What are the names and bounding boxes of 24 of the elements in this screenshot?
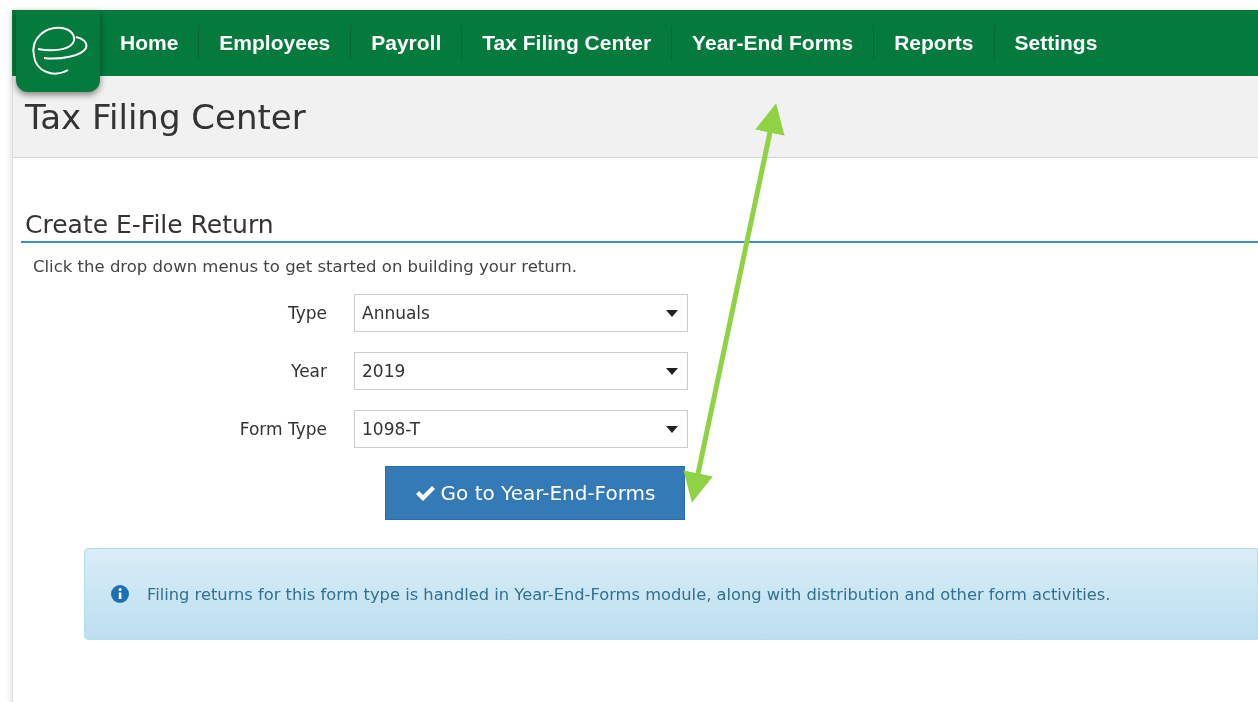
info-icon (111, 585, 129, 603)
logo-icon[interactable] (16, 10, 100, 92)
caret-icon (666, 367, 678, 375)
field-label: Form Type (238, 419, 328, 439)
nav-link[interactable]: Home (107, 26, 199, 60)
dropdown[interactable]: 1098-T (354, 410, 688, 448)
nav-link[interactable]: Tax Filing Center (461, 26, 672, 60)
nav-link[interactable]: Payroll (350, 26, 462, 60)
nav-link[interactable]: Reports (873, 26, 994, 60)
dropdown[interactable]: 2019 (354, 352, 688, 390)
nav-link[interactable]: Year-End Forms (671, 26, 874, 60)
section-title: Create E-File Return (21, 210, 1258, 243)
field-label: Type (286, 303, 328, 323)
caret-icon (666, 425, 678, 433)
go-button[interactable]: Go to Year-End-Forms (385, 466, 685, 520)
instruction-text: Click the drop down menus to get started on building your return. (33, 257, 578, 276)
page-title: Tax Filing Center (25, 96, 306, 137)
caret-icon (666, 309, 678, 317)
nav-link[interactable]: Settings (993, 26, 1118, 60)
field-label: Year (290, 361, 328, 381)
nav-link[interactable]: Employees (198, 26, 351, 60)
dropdown[interactable]: Annuals (354, 294, 688, 332)
alert-text: Filing returns for this form type is handled in Year-End-Forms module, along with distribution and other form activities. (147, 584, 1111, 604)
checkmark-icon (414, 484, 435, 502)
